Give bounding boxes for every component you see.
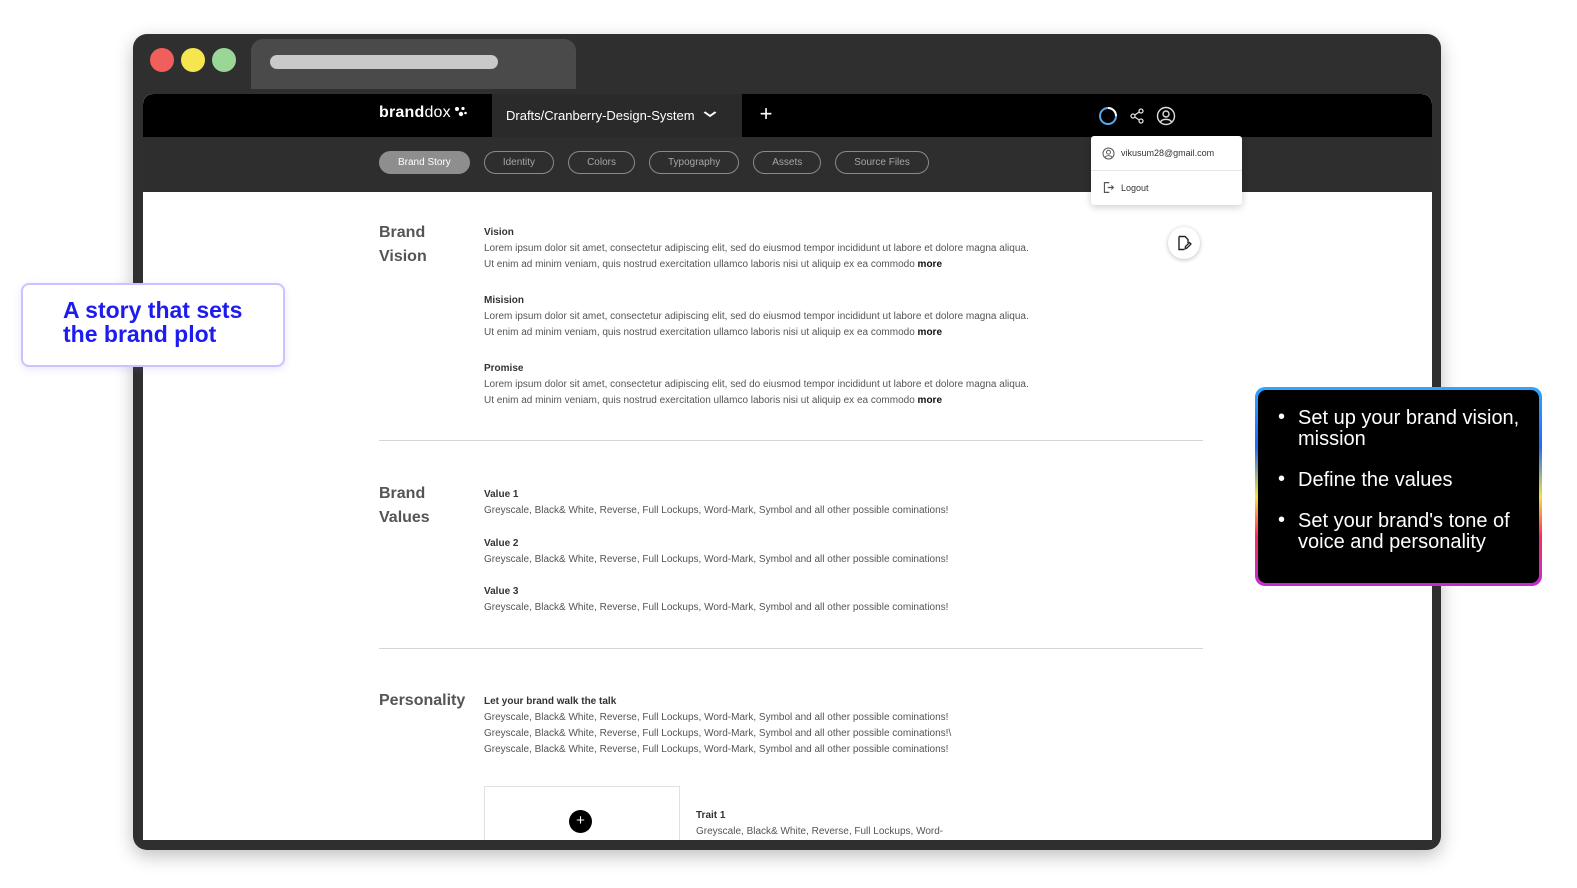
account-dropdown-menu: vikusum28@gmail.com Logout	[1091, 136, 1242, 205]
tab-brand-story[interactable]: Brand Story	[379, 151, 470, 174]
vision-text-line2: Ut enim ad minim veniam, quis nostrud ex…	[484, 259, 915, 270]
brand-vision-heading: Brand Vision	[379, 221, 427, 269]
close-window-button[interactable]	[150, 48, 174, 72]
vision-title: Vision	[484, 227, 514, 238]
value-1-title: Value 1	[484, 489, 519, 500]
mission-title: Misision	[484, 295, 525, 306]
project-tab-label: Drafts/Cranberry-Design-System	[506, 108, 695, 123]
logo-text-bold: brand	[379, 104, 425, 121]
brand-values-heading-line2: Values	[379, 509, 430, 526]
personality-line-3: Greyscale, Black& White, Reverse, Full L…	[484, 744, 949, 755]
account-email: vikusum28@gmail.com	[1121, 148, 1215, 158]
personality-heading: Personality	[379, 692, 466, 709]
minimize-window-button[interactable]	[181, 48, 205, 72]
add-trait-image-button[interactable]: +	[569, 810, 592, 833]
mission-text: Lorem ipsum dolor sit amet, consectetur …	[484, 309, 1029, 341]
chevron-down-icon	[703, 110, 717, 121]
edit-document-icon	[1178, 235, 1192, 251]
personality-subtitle: Let your brand walk the talk	[484, 696, 617, 707]
value-2-title: Value 2	[484, 538, 519, 549]
browser-window: brand dox Drafts/Cranberry-Design-System …	[133, 34, 1441, 850]
promise-text-line2: Ut enim ad minim veniam, quis nostrud ex…	[484, 395, 915, 406]
logout-item[interactable]: Logout	[1091, 170, 1242, 204]
value-2-text: Greyscale, Black& White, Reverse, Full L…	[484, 554, 949, 565]
user-account-icon[interactable]	[1156, 106, 1176, 126]
address-bar-placeholder	[270, 55, 498, 69]
feature-point-3: Set your brand's tone of voice and perso…	[1278, 510, 1525, 553]
section-divider	[379, 440, 1203, 441]
brand-story-content: Brand Vision Vision Lorem ipsum dolor si…	[143, 192, 1432, 840]
story-callout-text: A story that sets the brand plot	[63, 297, 243, 347]
project-tab-dropdown[interactable]: Drafts/Cranberry-Design-System	[492, 94, 742, 137]
logo-mark-icon	[454, 106, 467, 120]
promise-text: Lorem ipsum dolor sit amet, consectetur …	[484, 377, 1029, 409]
branddox-logo[interactable]: brand dox	[379, 104, 467, 122]
account-email-item[interactable]: vikusum28@gmail.com	[1091, 136, 1242, 170]
brand-values-heading-line1: Brand	[379, 485, 426, 502]
brand-values-heading: Brand Values	[379, 482, 430, 530]
trait-1-text: Greyscale, Black& White, Reverse, Full L…	[696, 826, 944, 837]
personality-text: Greyscale, Black& White, Reverse, Full L…	[484, 710, 951, 758]
edit-section-button[interactable]	[1168, 227, 1200, 259]
logout-icon	[1103, 182, 1115, 193]
mission-more-link[interactable]: more	[918, 327, 942, 338]
mission-text-line1: Lorem ipsum dolor sit amet, consectetur …	[484, 311, 1029, 322]
vision-text-line1: Lorem ipsum dolor sit amet, consectetur …	[484, 243, 1029, 254]
browser-tab[interactable]	[251, 39, 576, 89]
add-tab-button[interactable]: +	[757, 103, 775, 125]
personality-line-2: Greyscale, Black& White, Reverse, Full L…	[484, 728, 952, 739]
tab-colors[interactable]: Colors	[568, 151, 635, 174]
tab-typography[interactable]: Typography	[648, 151, 740, 174]
logo-text-light: dox	[424, 104, 451, 121]
trait-1-title: Trait 1	[696, 810, 726, 821]
feature-point-1: Set up your brand vision, mission	[1278, 407, 1525, 450]
share-icon[interactable]	[1127, 106, 1147, 126]
brand-vision-heading-line1: Brand	[379, 224, 426, 241]
value-3-title: Value 3	[484, 586, 519, 597]
promise-more-link[interactable]: more	[918, 395, 942, 406]
user-icon	[1102, 146, 1115, 160]
vision-more-link[interactable]: more	[918, 259, 942, 270]
value-1-text: Greyscale, Black& White, Reverse, Full L…	[484, 505, 949, 516]
app-topbar: brand dox Drafts/Cranberry-Design-System …	[143, 94, 1432, 137]
personality-line-1: Greyscale, Black& White, Reverse, Full L…	[484, 712, 949, 723]
value-3-text: Greyscale, Black& White, Reverse, Full L…	[484, 602, 949, 613]
logout-label: Logout	[1121, 182, 1149, 193]
mission-text-line2: Ut enim ad minim veniam, quis nostrud ex…	[484, 327, 915, 338]
tab-source-files[interactable]: Source Files	[835, 151, 929, 174]
trait-image-card: +	[484, 786, 680, 840]
brand-vision-heading-line2: Vision	[379, 248, 427, 265]
section-divider	[379, 648, 1203, 649]
features-callout: Set up your brand vision, mission Define…	[1255, 387, 1542, 586]
loading-spinner-icon	[1098, 106, 1118, 126]
app-viewport: brand dox Drafts/Cranberry-Design-System …	[143, 94, 1432, 840]
tab-identity[interactable]: Identity	[483, 151, 555, 174]
story-callout: A story that sets the brand plot	[21, 283, 285, 367]
promise-text-line1: Lorem ipsum dolor sit amet, consectetur …	[484, 379, 1029, 390]
maximize-window-button[interactable]	[212, 48, 236, 72]
vision-text: Lorem ipsum dolor sit amet, consectetur …	[484, 241, 1029, 273]
feature-point-2: Define the values	[1278, 469, 1525, 491]
promise-title: Promise	[484, 363, 524, 374]
tab-assets[interactable]: Assets	[753, 151, 822, 174]
